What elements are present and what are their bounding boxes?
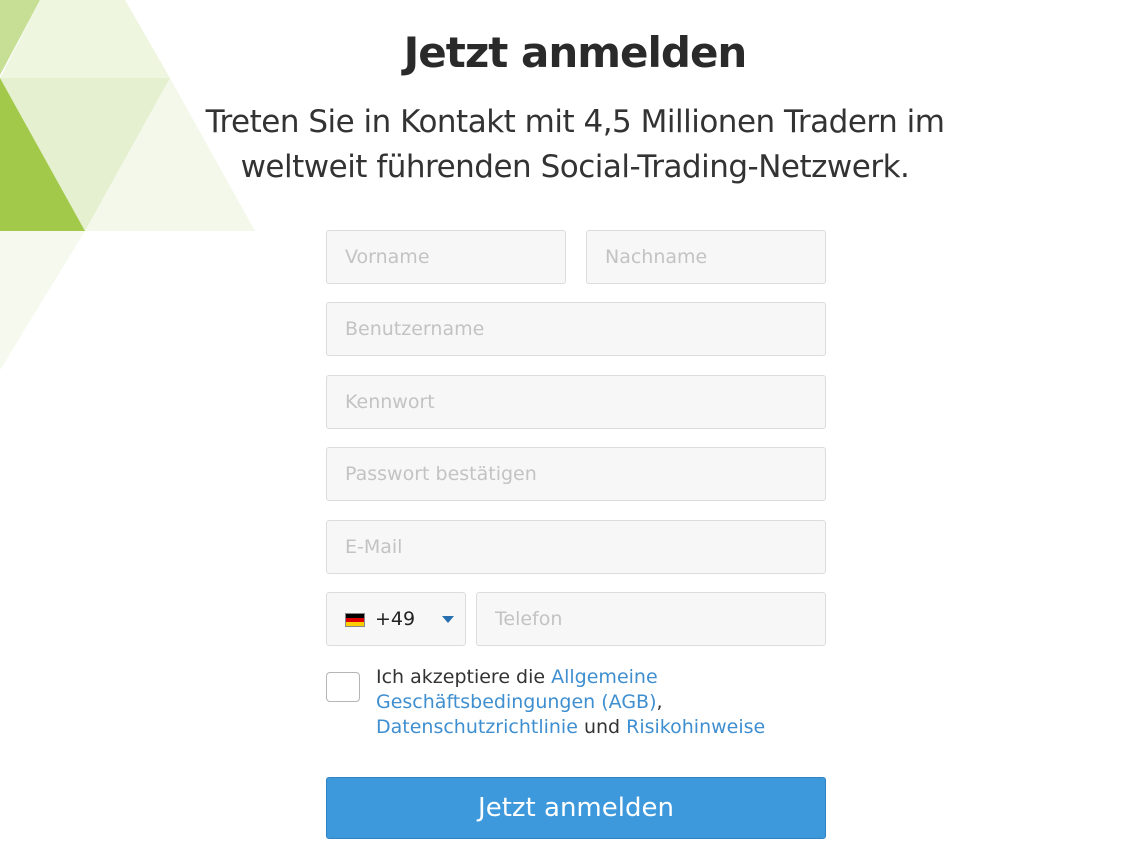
email-input[interactable]	[326, 520, 826, 574]
page-subtitle: Treten Sie in Kontakt mit 4,5 Millionen …	[0, 100, 1133, 190]
subtitle-line-2: weltweit führenden Social-Trading-Netzwe…	[240, 149, 910, 185]
phone-input[interactable]	[476, 592, 826, 646]
last-name-input[interactable]	[586, 230, 826, 284]
password-input[interactable]	[326, 375, 826, 429]
password-confirm-input[interactable]	[326, 447, 826, 501]
first-name-input[interactable]	[326, 230, 566, 284]
germany-flag-icon	[345, 613, 365, 627]
signup-submit-button[interactable]: Jetzt anmelden	[326, 777, 826, 839]
risk-disclosure-link[interactable]: Risikohinweise	[626, 716, 765, 738]
chevron-down-icon	[442, 616, 454, 623]
privacy-link[interactable]: Datenschutzrichtlinie	[376, 716, 578, 738]
terms-prefix: Ich akzeptiere die	[376, 666, 552, 688]
page-title: Jetzt anmelden	[403, 28, 748, 77]
subtitle-line-1: Treten Sie in Kontakt mit 4,5 Millionen …	[205, 104, 945, 140]
terms-and: und	[577, 716, 627, 738]
terms-text: Ich akzeptiere die Allgemeine Geschäftsb…	[376, 665, 826, 740]
dial-code: +49	[375, 608, 416, 630]
terms-checkbox[interactable]	[326, 672, 360, 702]
terms-comma: ,	[656, 691, 663, 713]
username-input[interactable]	[326, 302, 826, 356]
country-code-select[interactable]: +49	[326, 592, 466, 646]
